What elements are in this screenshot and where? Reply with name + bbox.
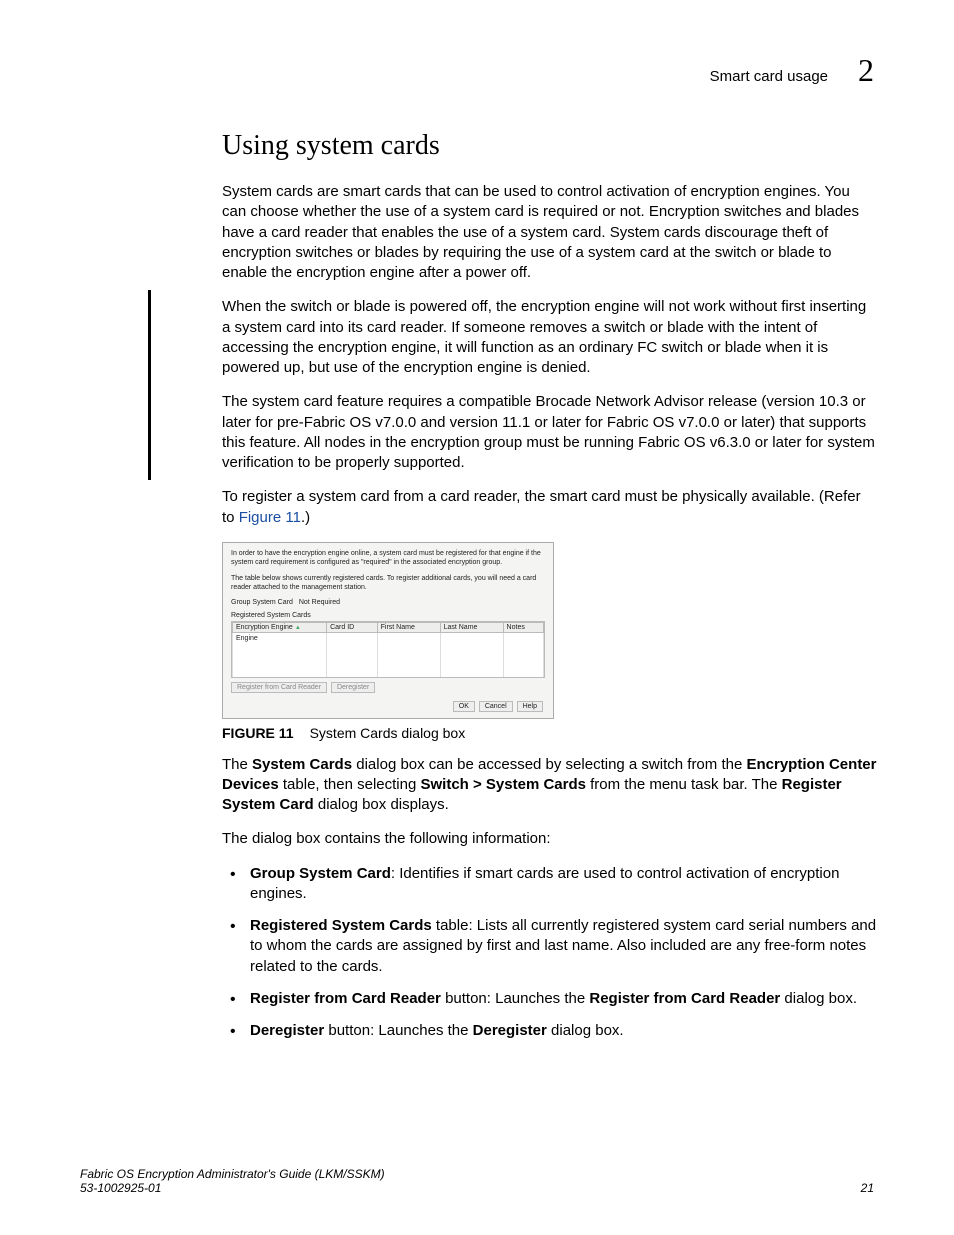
text-bold: Register from Card Reader xyxy=(589,990,780,1007)
text-bold: System Cards xyxy=(252,756,352,773)
section-name: Smart card usage xyxy=(710,68,828,85)
list-item: Deregister button: Launches the Deregist… xyxy=(222,1021,877,1041)
body-paragraph: The dialog box contains the following in… xyxy=(222,829,877,849)
doc-title: Fabric OS Encryption Administrator's Gui… xyxy=(80,1167,385,1181)
help-button[interactable]: Help xyxy=(517,701,543,712)
list-item: Registered System Cards table: Lists all… xyxy=(222,916,877,977)
dialog-bottom-buttons: OK Cancel Help xyxy=(231,701,545,712)
text-run: To register a system card from a card re… xyxy=(222,488,861,525)
text-run: .) xyxy=(301,509,310,526)
text-bold: Deregister xyxy=(250,1022,324,1039)
group-system-card-field: Group System Card Not Required xyxy=(231,599,545,606)
deregister-button[interactable]: Deregister xyxy=(331,682,375,693)
text-run: button: Launches the xyxy=(441,990,589,1007)
sort-asc-icon: ▲ xyxy=(295,625,301,631)
registered-cards-table: Encryption Engine▲ Card ID First Name La… xyxy=(231,621,545,678)
text-run: dialog box displays. xyxy=(314,796,449,813)
figure-caption: FIGURE 11 System Cards dialog box xyxy=(222,725,877,741)
body-paragraph: When the switch or blade is powered off,… xyxy=(222,297,877,378)
col-card-id[interactable]: Card ID xyxy=(327,622,378,632)
page-footer: Fabric OS Encryption Administrator's Gui… xyxy=(80,1167,874,1195)
doc-number: 53-1002925-01 xyxy=(80,1181,385,1195)
gsc-value: Not Required xyxy=(299,599,340,606)
body-paragraph: To register a system card from a card re… xyxy=(222,487,877,528)
ok-button[interactable]: OK xyxy=(453,701,475,712)
dialog-button-row: Register from Card Reader Deregister xyxy=(231,682,545,693)
register-from-card-reader-button[interactable]: Register from Card Reader xyxy=(231,682,327,693)
footer-left: Fabric OS Encryption Administrator's Gui… xyxy=(80,1167,385,1195)
system-cards-dialog: In order to have the encryption engine o… xyxy=(222,542,554,719)
body-paragraph: System cards are smart cards that can be… xyxy=(222,182,877,283)
text-run: from the menu task bar. The xyxy=(586,776,782,793)
figure-link[interactable]: Figure 11 xyxy=(239,509,301,526)
page-number: 21 xyxy=(861,1181,874,1195)
content-area: Using system cards System cards are smar… xyxy=(222,130,877,1053)
table-row xyxy=(233,644,544,655)
col-encryption-engine[interactable]: Encryption Engine xyxy=(236,624,293,631)
text-bold: Switch > System Cards xyxy=(420,776,585,793)
figure-label: FIGURE 11 xyxy=(222,725,294,741)
text-run: dialog box. xyxy=(780,990,857,1007)
cell: Engine xyxy=(233,632,327,644)
text-run: dialog box can be accessed by selecting … xyxy=(352,756,746,773)
page-title: Using system cards xyxy=(222,130,877,162)
text-run: dialog box. xyxy=(547,1022,624,1039)
table-row[interactable]: Engine xyxy=(233,632,544,644)
text-run: The xyxy=(222,756,252,773)
figure-title: System Cards dialog box xyxy=(310,725,466,741)
table-row xyxy=(233,655,544,666)
cancel-button[interactable]: Cancel xyxy=(479,701,513,712)
list-item: Register from Card Reader button: Launch… xyxy=(222,989,877,1009)
page: Smart card usage 2 Using system cards Sy… xyxy=(0,0,954,1235)
body-paragraph: The system card feature requires a compa… xyxy=(222,392,877,473)
dialog-info-text: In order to have the encryption engine o… xyxy=(231,549,545,568)
text-run: table, then selecting xyxy=(279,776,421,793)
list-item: Group System Card: Identifies if smart c… xyxy=(222,864,877,905)
body-paragraph: The System Cards dialog box can be acces… xyxy=(222,755,877,816)
text-bold: Deregister xyxy=(473,1022,547,1039)
col-first-name[interactable]: First Name xyxy=(377,622,440,632)
bullet-list: Group System Card: Identifies if smart c… xyxy=(222,864,877,1042)
gsc-label: Group System Card xyxy=(231,599,293,606)
page-header: Smart card usage 2 xyxy=(710,52,874,89)
table-row xyxy=(233,666,544,677)
dialog-info-text: The table below shows currently register… xyxy=(231,574,545,593)
text-bold: Registered System Cards xyxy=(250,917,432,934)
chapter-number: 2 xyxy=(858,52,874,89)
col-notes[interactable]: Notes xyxy=(503,622,543,632)
revision-bar xyxy=(148,290,151,480)
text-bold: Register from Card Reader xyxy=(250,990,441,1007)
col-last-name[interactable]: Last Name xyxy=(440,622,503,632)
text-bold: Group System Card xyxy=(250,865,391,882)
text-run: button: Launches the xyxy=(324,1022,472,1039)
registered-cards-label: Registered System Cards xyxy=(231,612,545,619)
